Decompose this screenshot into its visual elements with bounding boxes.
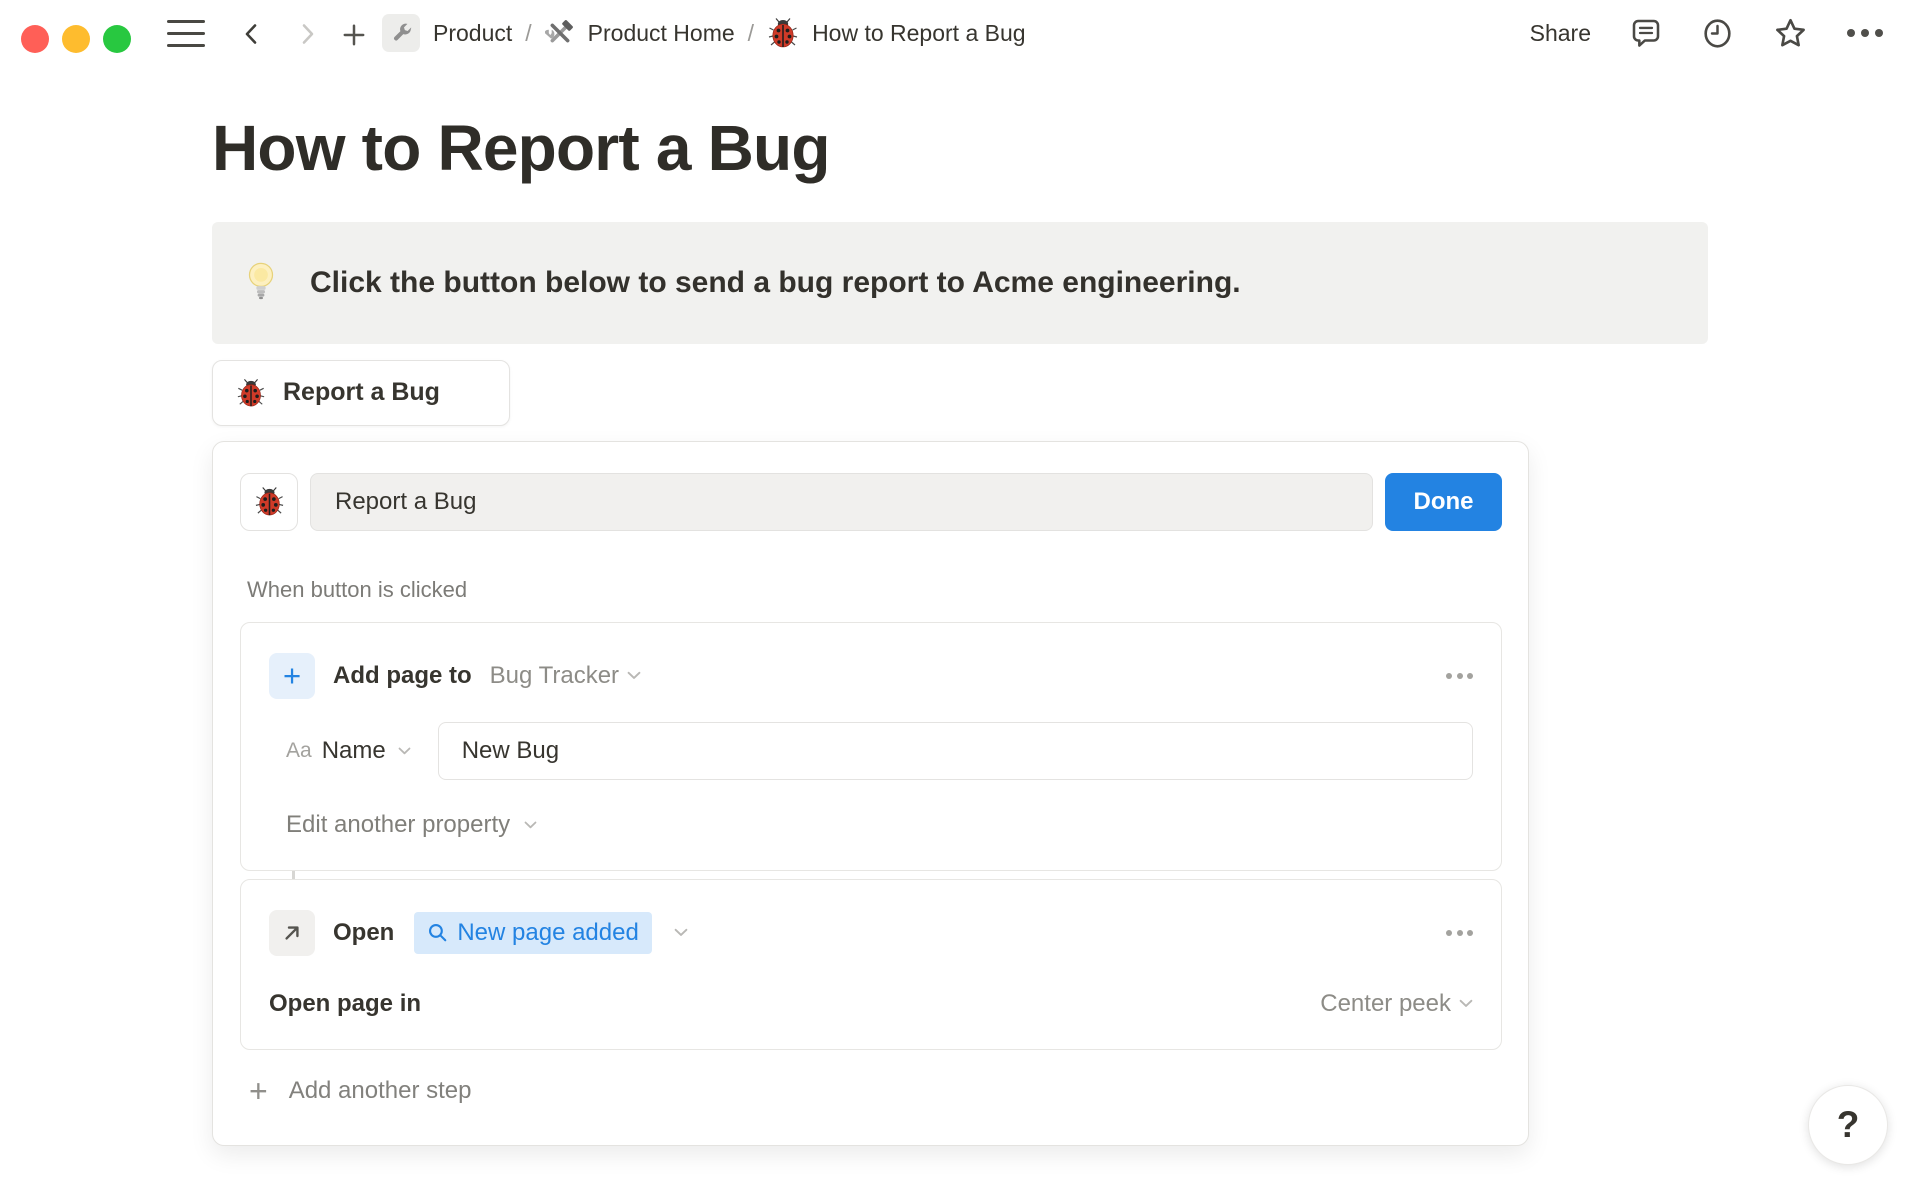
target-database-select[interactable]: Bug Tracker [490, 662, 641, 690]
button-icon-picker[interactable] [240, 472, 298, 531]
step-connector [292, 870, 295, 879]
comment-icon[interactable] [1630, 17, 1662, 49]
trigger-label: When button is clicked [247, 576, 468, 602]
chevron-down-icon [398, 747, 411, 755]
step-more-icon[interactable] [1446, 929, 1473, 936]
step-more-icon[interactable] [1446, 672, 1473, 679]
report-a-bug-button[interactable]: Report a Bug [212, 359, 510, 426]
chevron-down-icon [627, 671, 641, 680]
light-bulb-icon [246, 261, 276, 305]
help-button[interactable]: ? [1808, 1085, 1888, 1165]
zoom-window-button[interactable] [103, 25, 131, 53]
step-card-open-page: Open New page added Open page in Center … [240, 878, 1502, 1050]
plus-icon: + [269, 652, 315, 699]
topbar-actions: Share [1530, 0, 1883, 66]
page-content: How to Report a Bug Click the button bel… [0, 112, 1920, 1146]
property-value-input[interactable] [437, 721, 1473, 780]
callout-block: Click the button below to send a bug rep… [212, 221, 1708, 344]
open-target-token[interactable]: New page added [414, 911, 652, 954]
breadcrumb: Product / Product Home / How to Report a… [382, 0, 1026, 66]
add-another-step-button[interactable]: + Add another step [249, 1075, 1502, 1145]
chevron-down-icon [1459, 999, 1473, 1008]
wrench-icon [382, 14, 420, 52]
callout-text: Click the button below to send a bug rep… [310, 265, 1241, 299]
done-button[interactable]: Done [1385, 472, 1502, 531]
breadcrumb-item-current-page[interactable]: How to Report a Bug [767, 17, 1026, 49]
breadcrumb-label: Product Home [587, 19, 735, 46]
forward-icon[interactable] [295, 22, 319, 46]
text-property-icon: Aa [286, 738, 312, 762]
button-editor-header: Done [240, 472, 1502, 531]
open-page-in-value: Center peek [1320, 989, 1451, 1017]
step-action-label: Add page to [333, 661, 472, 689]
chevron-down-icon[interactable] [674, 928, 688, 937]
window-controls [21, 25, 131, 53]
star-icon[interactable] [1773, 16, 1808, 51]
menu-icon[interactable] [167, 20, 205, 47]
step-card-add-page: + Add page to Bug Tracker Aa Name New Bu… [240, 621, 1502, 871]
open-page-in-label: Open page in [269, 989, 422, 1017]
topbar: Product / Product Home / How to Report a… [0, 0, 1920, 66]
new-page-icon[interactable] [341, 22, 367, 48]
more-icon[interactable] [1847, 29, 1883, 37]
hammer-wrench-icon [544, 18, 575, 48]
ladybug-icon [254, 486, 285, 517]
property-select[interactable]: Name [322, 737, 386, 765]
ladybug-icon [767, 17, 799, 49]
target-database-value: Bug Tracker [489, 661, 620, 689]
open-target-label: New page added [457, 918, 639, 946]
ladybug-icon [236, 378, 266, 408]
notion-window: Product / Product Home / How to Report a… [0, 0, 1920, 1200]
step-action-label: Open [333, 918, 395, 946]
breadcrumb-separator: / [525, 19, 532, 46]
breadcrumb-label: Product [433, 19, 513, 46]
breadcrumb-separator: / [747, 19, 755, 46]
button-editor-panel: Done When button is clicked + Add page t… [212, 440, 1529, 1146]
breadcrumb-item-product[interactable]: Product [382, 14, 512, 52]
minimize-window-button[interactable] [62, 25, 90, 53]
button-name-input[interactable] [310, 472, 1373, 531]
clock-icon[interactable] [1701, 17, 1734, 50]
share-button[interactable]: Share [1530, 20, 1591, 47]
edit-another-property-button[interactable]: Edit another property [269, 811, 1473, 839]
report-a-bug-button-label: Report a Bug [283, 378, 440, 407]
search-icon [427, 922, 448, 943]
back-icon[interactable] [240, 22, 264, 46]
open-page-in-select[interactable]: Center peek [1320, 990, 1473, 1018]
plus-icon: + [249, 1072, 268, 1109]
breadcrumb-item-product-home[interactable]: Product Home [544, 18, 735, 48]
chevron-down-icon [524, 821, 537, 829]
breadcrumb-label: How to Report a Bug [812, 19, 1026, 46]
close-window-button[interactable] [21, 25, 49, 53]
page-title: How to Report a Bug [212, 112, 830, 184]
open-arrow-icon [269, 909, 315, 956]
